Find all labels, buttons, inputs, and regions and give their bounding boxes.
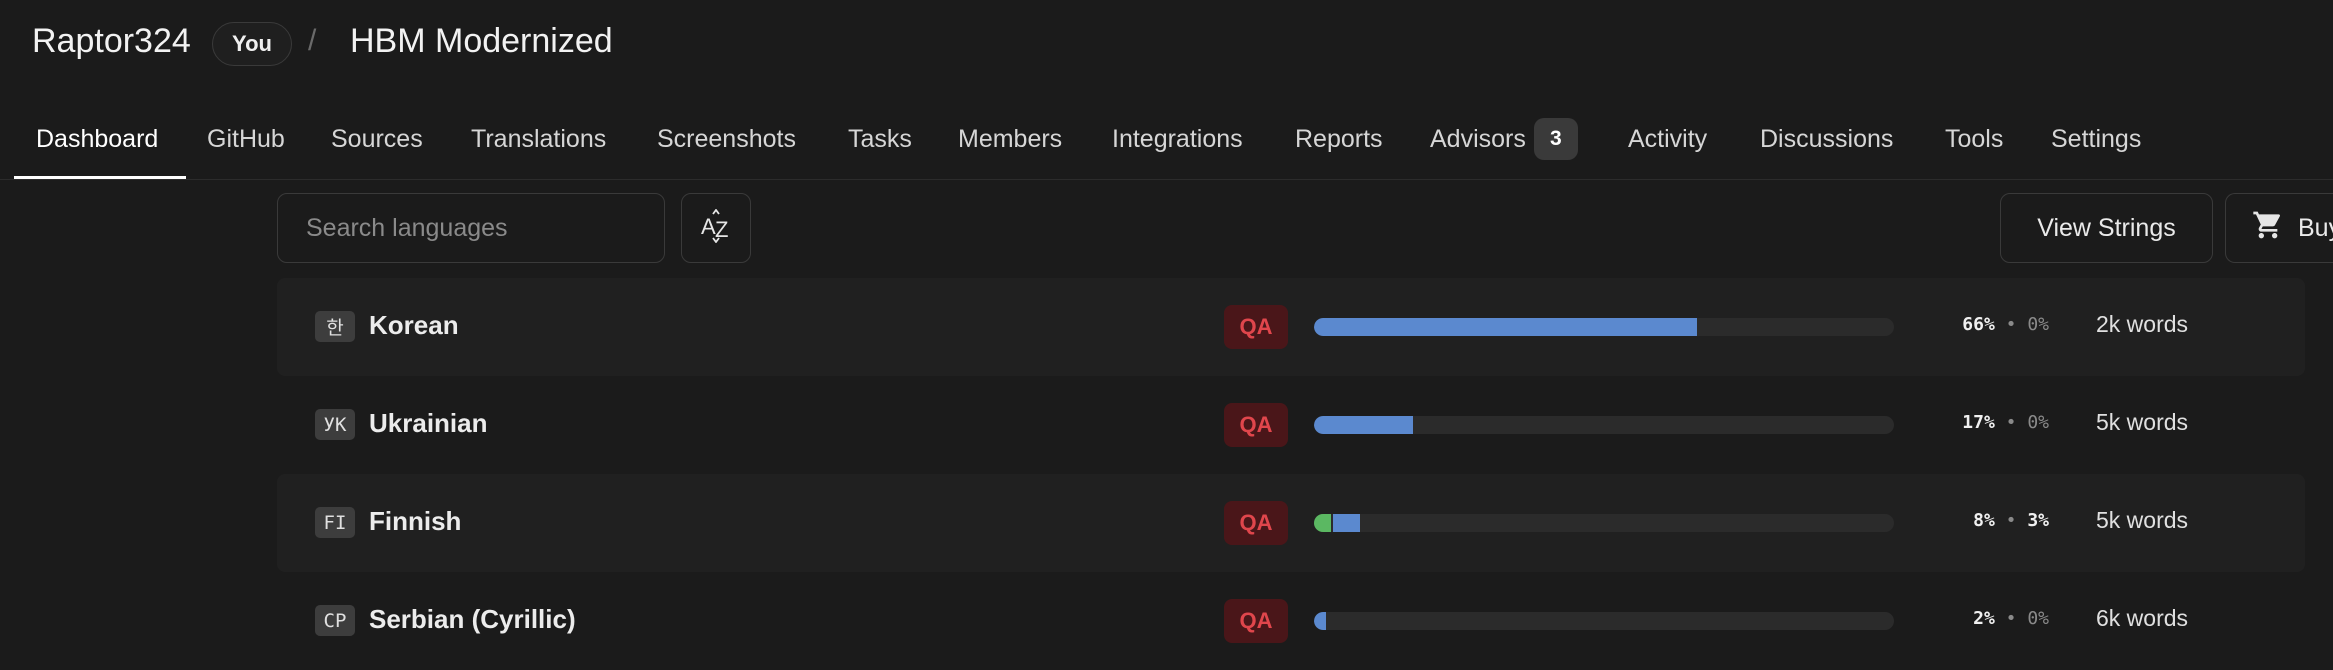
advisors-count-badge: 3 — [1533, 118, 1578, 160]
buy-button[interactable]: Buy — [2225, 193, 2333, 263]
language-name: Serbian (Cyrillic) — [369, 604, 576, 634]
translated-percent: 17% — [1962, 412, 1995, 433]
owner-name-link[interactable]: Raptor324 — [32, 22, 191, 61]
progress-percent: 2% • 0% — [1973, 608, 2049, 629]
tab-integrations[interactable]: Integrations — [1112, 100, 1243, 178]
language-code-badge: FI — [315, 507, 355, 538]
tab-label: Integrations — [1112, 124, 1243, 153]
svg-text:A: A — [701, 214, 716, 239]
word-count: 6k words — [2096, 605, 2189, 631]
language-code-badge: CP — [315, 605, 355, 636]
shopping-cart-icon — [2252, 209, 2284, 248]
svg-text:Z: Z — [715, 217, 728, 242]
sort-az-button[interactable]: A Z — [681, 193, 751, 263]
progress-bar — [1314, 612, 1894, 630]
search-languages-input[interactable] — [277, 193, 665, 263]
qa-badge[interactable]: QA — [1224, 403, 1288, 447]
language-name: Finnish — [369, 506, 462, 536]
progress-bar — [1314, 416, 1894, 434]
approved-percent: 0% — [2027, 412, 2049, 433]
tab-label: Members — [958, 124, 1063, 153]
language-row-serbian-cyrillic[interactable]: CP Serbian (Cyrillic) QA 2% • 0% 6k word… — [277, 572, 2305, 670]
word-count: 5k words — [2096, 409, 2189, 435]
project-header: Raptor324 You / HBM Modernized — [0, 0, 2333, 90]
tab-members[interactable]: Members — [958, 100, 1062, 178]
language-row-finnish[interactable]: FI Finnish QA 8% • 3% 5k words — [277, 474, 2305, 572]
language-name: Korean — [369, 310, 459, 340]
tab-settings[interactable]: Settings — [2051, 100, 2141, 178]
tab-screenshots[interactable]: Screenshots — [657, 100, 796, 178]
translated-progress-fill — [1314, 318, 1697, 336]
progress-bar — [1314, 318, 1894, 336]
sort-az-icon: A Z — [699, 208, 733, 248]
project-name-link[interactable]: HBM Modernized — [350, 22, 613, 61]
language-code-badge: 한 — [315, 311, 355, 342]
approved-percent: 0% — [2027, 314, 2049, 335]
progress-percent: 66% • 0% — [1962, 314, 2049, 335]
tab-tools[interactable]: Tools — [1945, 100, 2003, 178]
tab-label: Tools — [1945, 124, 2004, 153]
qa-badge[interactable]: QA — [1224, 599, 1288, 643]
language-name: Ukrainian — [369, 408, 488, 438]
translated-percent: 66% — [1962, 314, 1995, 335]
translated-percent: 8% — [1973, 510, 1995, 531]
language-row-ukrainian[interactable]: УК Ukrainian QA 17% • 0% 5k words — [277, 376, 2305, 474]
progress-percent: 17% • 0% — [1962, 412, 2049, 433]
word-count: 5k words — [2096, 507, 2189, 533]
tab-label: Screenshots — [657, 124, 796, 153]
tab-translations[interactable]: Translations — [471, 100, 606, 178]
translated-progress-fill — [1333, 514, 1361, 532]
translated-progress-fill — [1314, 612, 1326, 630]
you-badge: You — [212, 22, 292, 66]
qa-badge[interactable]: QA — [1224, 305, 1288, 349]
progress-bar — [1314, 514, 1894, 532]
approved-percent: 0% — [2027, 608, 2049, 629]
tab-sources[interactable]: Sources — [331, 100, 423, 178]
project-tabs: Dashboard GitHub Sources Translations Sc… — [0, 100, 2333, 180]
tab-label: Advisors — [1430, 124, 1526, 153]
word-count: 2k words — [2096, 311, 2189, 337]
tab-label: Discussions — [1760, 124, 1894, 153]
approved-progress-fill — [1314, 514, 1332, 532]
tab-discussions[interactable]: Discussions — [1760, 100, 1893, 178]
tab-dashboard[interactable]: Dashboard — [36, 100, 158, 178]
tab-label: Activity — [1628, 124, 1708, 153]
approved-percent: 3% — [2027, 510, 2049, 531]
progress-percent: 8% • 3% — [1973, 510, 2049, 531]
tab-github[interactable]: GitHub — [207, 100, 285, 178]
tab-activity[interactable]: Activity — [1628, 100, 1707, 178]
tab-label: Reports — [1295, 124, 1383, 153]
view-strings-button[interactable]: View Strings — [2000, 193, 2213, 263]
tab-label: Sources — [331, 124, 423, 153]
language-code-badge: УК — [315, 409, 355, 440]
breadcrumb-separator: / — [308, 24, 317, 57]
tab-label: GitHub — [207, 124, 285, 153]
language-row-korean[interactable]: 한 Korean QA 66% • 0% 2k words — [277, 278, 2305, 376]
tab-label: Dashboard — [36, 124, 159, 153]
tab-label: Settings — [2051, 124, 2142, 153]
tab-tasks[interactable]: Tasks — [848, 100, 912, 178]
tab-advisors[interactable]: Advisors 3 — [1430, 100, 1578, 178]
tab-label: Translations — [471, 124, 607, 153]
active-tab-indicator — [14, 176, 186, 179]
translated-percent: 2% — [1973, 608, 1995, 629]
tab-reports[interactable]: Reports — [1295, 100, 1383, 178]
translated-progress-fill — [1314, 416, 1413, 434]
buy-label: Buy — [2298, 213, 2333, 242]
qa-badge[interactable]: QA — [1224, 501, 1288, 545]
tab-label: Tasks — [848, 124, 912, 153]
